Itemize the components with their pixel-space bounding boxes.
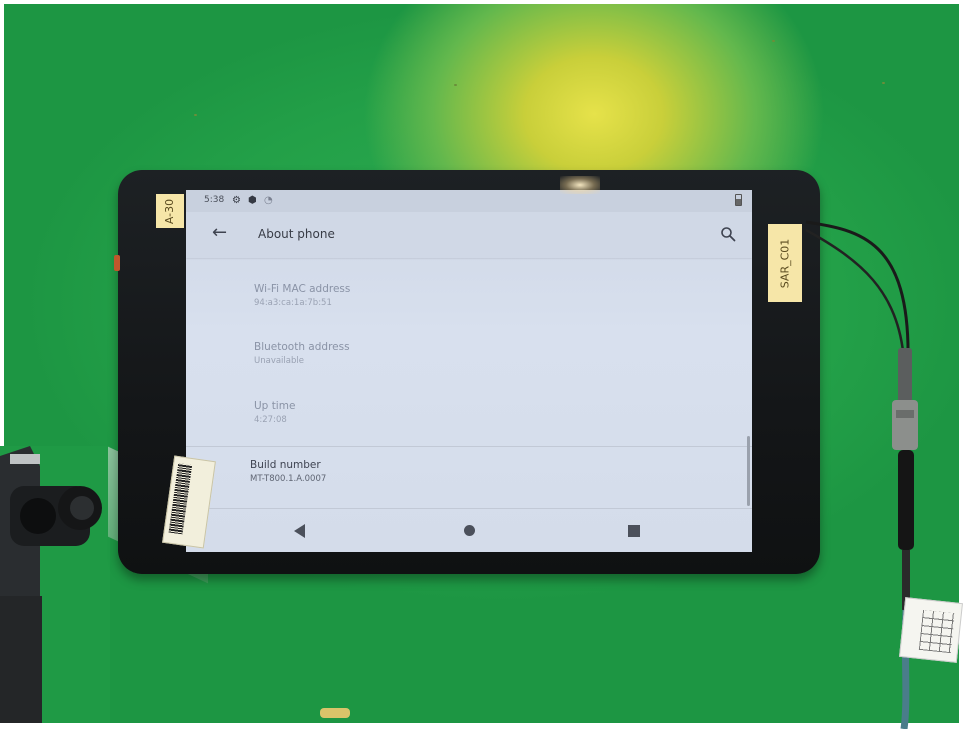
pref-summary: MT-T800.1.A.0007	[250, 474, 327, 484]
speck	[194, 114, 197, 116]
sticker-left-text: A-30	[163, 198, 177, 224]
nav-back-icon[interactable]	[294, 524, 305, 538]
pref-title: Build number	[250, 459, 321, 471]
status-bar: 5:38 ⚙ ⬢ ◔	[186, 190, 752, 212]
speck	[882, 82, 885, 84]
sticker-right: SAR_C01	[768, 224, 802, 302]
back-arrow-icon[interactable]: ←	[212, 222, 227, 243]
settings-gear-icon: ⚙	[232, 195, 241, 206]
side-button	[114, 255, 120, 271]
pref-up-time[interactable]: Up time 4:27:08	[254, 399, 295, 427]
search-icon[interactable]	[720, 226, 736, 242]
nav-recents-icon[interactable]	[628, 525, 640, 537]
app-bar: ← About phone	[186, 212, 752, 258]
sticker-left: A-30	[156, 194, 184, 228]
pref-wifi-mac[interactable]: Wi-Fi MAC address 94:a3:ca:1a:7b:51	[254, 282, 350, 310]
nav-home-icon[interactable]	[464, 525, 475, 536]
pref-summary: 4:27:08	[254, 415, 287, 425]
page-title: About phone	[258, 227, 335, 241]
shield-icon: ⬢	[248, 195, 257, 206]
divider	[186, 508, 752, 509]
pref-summary: Unavailable	[254, 356, 304, 366]
wifi-icon: ◔	[264, 195, 273, 206]
battery-icon	[735, 194, 742, 206]
tablet-screen: 5:38 ⚙ ⬢ ◔ ← About phone Wi-Fi MAC addre…	[186, 190, 752, 552]
status-time: 5:38	[204, 195, 225, 205]
measurement-fixture	[0, 446, 110, 723]
pref-title: Bluetooth address	[254, 341, 350, 353]
speck	[320, 708, 350, 718]
scrollbar[interactable]	[747, 436, 750, 506]
divider	[186, 446, 752, 447]
pref-build-number[interactable]: Build number MT-T800.1.A.0007	[250, 458, 326, 486]
sticker-right-text: SAR_C01	[778, 238, 792, 288]
pref-summary: 94:a3:ca:1a:7b:51	[254, 298, 332, 308]
pref-title: Wi-Fi MAC address	[254, 283, 351, 295]
speck	[454, 84, 457, 86]
navigation-bar	[186, 512, 752, 552]
speck	[772, 40, 775, 42]
cable-label	[899, 597, 963, 663]
cable-label-grid	[918, 610, 955, 654]
pref-bluetooth-address[interactable]: Bluetooth address Unavailable	[254, 340, 350, 368]
pref-title: Up time	[254, 400, 296, 412]
light-glare	[560, 176, 600, 194]
